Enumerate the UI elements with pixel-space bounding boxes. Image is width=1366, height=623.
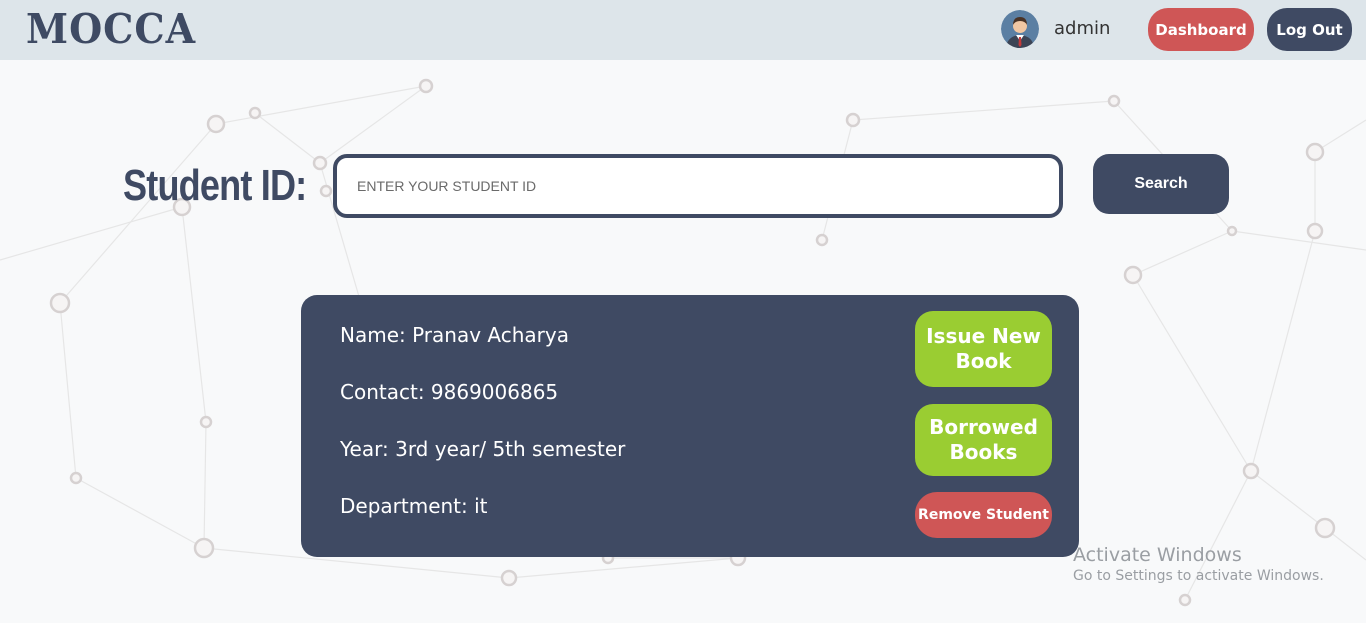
issue-new-book-button[interactable]: Issue New Book xyxy=(915,311,1052,387)
app-logo[interactable]: MOCCA xyxy=(26,4,196,53)
issue-new-book-label-line2: Book xyxy=(955,349,1012,373)
student-year: Year: 3rd year/ 5th semester xyxy=(340,437,626,461)
student-name: Name: Pranav Acharya xyxy=(340,323,569,347)
dashboard-button[interactable]: Dashboard xyxy=(1148,8,1254,51)
remove-student-button[interactable]: Remove Student xyxy=(915,492,1052,538)
windows-activation-watermark: Activate Windows Go to Settings to activ… xyxy=(1073,544,1324,584)
search-button[interactable]: Search xyxy=(1093,154,1229,214)
issue-new-book-label-line1: Issue New xyxy=(926,324,1041,348)
student-contact: Contact: 9869006865 xyxy=(340,380,559,404)
user-avatar-icon xyxy=(1001,10,1039,48)
activation-title: Activate Windows xyxy=(1073,544,1242,566)
student-info-card: Name: Pranav Acharya Contact: 9869006865… xyxy=(301,295,1079,557)
logout-button[interactable]: Log Out xyxy=(1267,8,1352,51)
borrowed-books-button[interactable]: Borrowed Books xyxy=(915,404,1052,476)
student-id-label: Student ID: xyxy=(123,161,307,210)
username-label: admin xyxy=(1054,18,1111,39)
student-id-input[interactable] xyxy=(333,154,1063,218)
activation-subtitle: Go to Settings to activate Windows. xyxy=(1073,568,1324,584)
borrowed-books-label-line1: Borrowed xyxy=(929,415,1038,439)
student-department: Department: it xyxy=(340,494,488,518)
top-navbar: MOCCA admin Dashboard Log Out xyxy=(0,0,1366,60)
borrowed-books-label-line2: Books xyxy=(949,440,1018,464)
